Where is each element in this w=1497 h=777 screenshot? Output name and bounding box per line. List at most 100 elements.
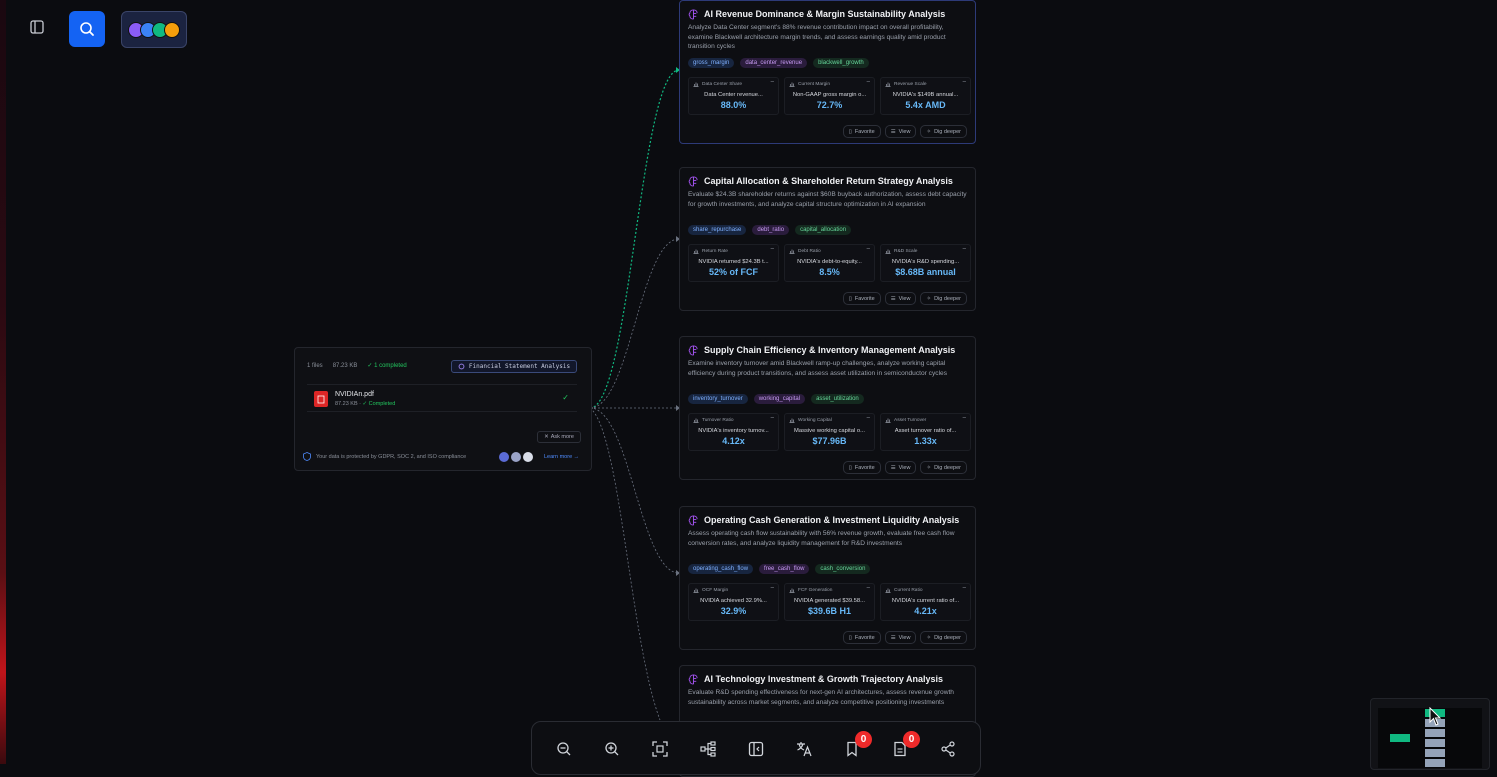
tag[interactable]: operating_cash_flow <box>688 564 754 574</box>
list-icon: ☰ <box>890 295 896 302</box>
metric-label: Return Rate <box>702 248 728 254</box>
view-button[interactable]: ☰ View <box>884 292 917 305</box>
view-button[interactable]: ☰ View <box>884 125 917 138</box>
card-description: Analyze Data Center segment's 88% revenu… <box>688 24 946 51</box>
metric-value: $77.96B <box>812 436 847 446</box>
metric-box[interactable]: Debt Ratio – NVIDIA's debt-to-equity... … <box>784 244 875 282</box>
card-description: Evaluate R&D spending effectiveness for … <box>688 689 954 706</box>
privacy-text: Your data is protected by GDPR, SOC 2, a… <box>316 453 467 460</box>
tag[interactable]: free_cash_flow <box>759 564 810 574</box>
bookmarks-button[interactable]: 0 <box>840 731 872 761</box>
tag[interactable]: gross_margin <box>688 58 735 68</box>
activity-icon <box>885 82 891 87</box>
tag[interactable]: inventory_turnover <box>688 394 748 404</box>
tree-layout-button[interactable] <box>696 737 720 761</box>
collapse-icon[interactable]: – <box>867 415 870 421</box>
collapse-icon[interactable]: – <box>963 246 966 252</box>
metric-box[interactable]: FCF Generation – NVIDIA generated $39.58… <box>784 583 875 621</box>
metric-description: NVIDIA achieved 32.9%... <box>700 598 767 604</box>
pdf-icon <box>314 391 328 407</box>
dig-deeper-button[interactable]: ✧ Dig deeper <box>920 631 967 644</box>
collapse-icon[interactable]: – <box>963 415 966 421</box>
edge-to-card-2 <box>589 238 680 409</box>
brain-icon <box>688 515 698 526</box>
learn-more-link[interactable]: Learn more → <box>544 454 579 460</box>
bar-chart-icon <box>693 82 699 87</box>
metric-box[interactable]: Current Ratio – NVIDIA's current ratio o… <box>880 583 971 621</box>
dig-deeper-button[interactable]: ✧ Dig deeper <box>920 461 967 474</box>
file-row[interactable]: NVIDIAn.pdf 87.23 KB · ✓ Completed ✓ <box>307 384 577 412</box>
tag[interactable]: debt_ratio <box>752 225 790 235</box>
metric-box[interactable]: Return Rate – NVIDIA returned $24.3B t..… <box>688 244 779 282</box>
collapse-icon[interactable]: – <box>867 246 870 252</box>
metric-box[interactable]: Data Center Share – Data Center revenue.… <box>688 77 779 115</box>
metric-label: Current Margin <box>798 81 830 87</box>
panel-toggle-button[interactable] <box>744 737 768 761</box>
brain-icon <box>688 176 698 187</box>
collapse-icon[interactable]: – <box>867 585 870 591</box>
zoom-in-icon <box>605 742 619 756</box>
share-button[interactable] <box>936 737 960 761</box>
collapse-icon[interactable]: – <box>867 79 870 85</box>
favorite-button[interactable]: ▯ Favorite <box>842 292 881 305</box>
tag[interactable]: asset_utilization <box>811 394 864 404</box>
ask-more-button[interactable]: ✕ Ask more <box>537 431 581 443</box>
card-tags: share_repurchase debt_ratio capital_alloca… <box>688 225 852 235</box>
tag[interactable]: data_center_revenue <box>740 58 808 68</box>
source-file-card[interactable]: 1 files 87.23 KB ✓ 1 completed Financial… <box>294 347 592 471</box>
zoom-out-icon <box>557 742 571 756</box>
analysis-card[interactable]: AI Revenue Dominance & Margin Sustainabi… <box>679 0 976 144</box>
favorite-button[interactable]: ▯ Favorite <box>842 631 881 644</box>
tag[interactable]: blackwell_growth <box>813 58 869 68</box>
metric-box[interactable]: R&D Scale – NVIDIA's R&D spending... $8.… <box>880 244 971 282</box>
minimap-node-3 <box>1425 729 1445 737</box>
collapse-icon[interactable]: – <box>963 585 966 591</box>
analysis-card[interactable]: Supply Chain Efficiency & Inventory Mana… <box>679 336 976 480</box>
metric-box[interactable]: Revenue Scale – NVIDIA's $149B annual...… <box>880 77 971 115</box>
card-tags: inventory_turnover working_capital asset_u… <box>688 394 864 404</box>
collapse-icon[interactable]: – <box>963 79 966 85</box>
brain-icon <box>688 345 698 356</box>
metric-label: Data Center Share <box>702 81 742 87</box>
shield-icon <box>303 452 311 461</box>
dig-deeper-button[interactable]: ✧ Dig deeper <box>920 125 967 138</box>
tag[interactable]: capital_allocation <box>795 225 852 235</box>
collapse-icon[interactable]: – <box>771 415 774 421</box>
view-button[interactable]: ☰ View <box>884 631 917 644</box>
collapse-icon[interactable]: – <box>771 585 774 591</box>
card-metrics: Return Rate – NVIDIA returned $24.3B t..… <box>688 244 971 282</box>
dig-deeper-button[interactable]: ✧ Dig deeper <box>920 292 967 305</box>
metric-box[interactable]: Current Margin – Non-GAAP gross margin o… <box>784 77 875 115</box>
documents-button[interactable]: 0 <box>888 731 920 761</box>
zoom-out-button[interactable] <box>552 737 576 761</box>
collapse-icon[interactable]: – <box>771 79 774 85</box>
card-description: Evaluate $24.3B shareholder returns agai… <box>688 191 967 208</box>
tag[interactable]: share_repurchase <box>688 225 747 235</box>
card-title: AI Technology Investment & Growth Trajec… <box>704 674 944 684</box>
completed-status: ✓ 1 completed <box>367 363 407 369</box>
zoom-in-button[interactable] <box>600 737 624 761</box>
tag[interactable]: cash_conversion <box>815 564 871 574</box>
metric-box[interactable]: OCF Margin – NVIDIA achieved 32.9%... 32… <box>688 583 779 621</box>
gauge-icon <box>789 418 795 423</box>
collapse-icon[interactable]: – <box>771 246 774 252</box>
translate-button[interactable] <box>792 737 816 761</box>
card-description: Assess operating cash flow sustainabilit… <box>688 530 955 547</box>
total-size: 87.23 KB <box>332 362 358 369</box>
view-button[interactable]: ☰ View <box>884 461 917 474</box>
metric-box[interactable]: Turnover Ratio – NVIDIA's inventory turn… <box>688 413 779 451</box>
analysis-card[interactable]: Capital Allocation & Shareholder Return … <box>679 167 976 311</box>
fit-screen-button[interactable] <box>648 737 672 761</box>
metric-description: NVIDIA's R&D spending... <box>891 259 960 265</box>
metric-box[interactable]: Working Capital – Massive working capita… <box>784 413 875 451</box>
sparkle-icon: ✧ <box>926 634 932 641</box>
favorite-button[interactable]: ▯ Favorite <box>842 125 881 138</box>
tag[interactable]: working_capital <box>753 394 806 404</box>
analysis-card[interactable]: Operating Cash Generation & Investment L… <box>679 506 976 650</box>
metric-box[interactable]: Asset Turnover – Asset turnover ratio of… <box>880 413 971 451</box>
card-tags: operating_cash_flow free_cash_flow cash_co… <box>688 564 871 574</box>
file-name: NVIDIAn.pdf <box>335 391 374 398</box>
analysis-type-badge[interactable]: Financial Statement Analysis <box>451 360 577 373</box>
favorite-button[interactable]: ▯ Favorite <box>842 461 881 474</box>
metric-value: 32.9% <box>720 606 747 616</box>
